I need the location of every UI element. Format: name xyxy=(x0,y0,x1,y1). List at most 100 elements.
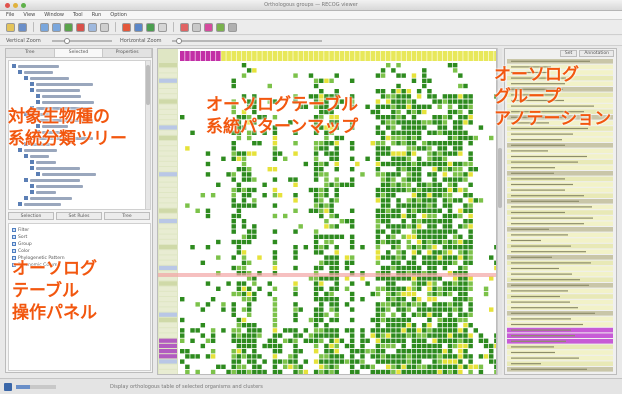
tab-properties[interactable]: Properties xyxy=(103,49,153,57)
group-header-cell xyxy=(391,51,396,61)
pattern-cell xyxy=(401,99,406,104)
pattern-cell xyxy=(473,328,478,333)
pattern-cell xyxy=(432,229,437,234)
grid-icon[interactable] xyxy=(88,22,97,32)
pattern-cell xyxy=(324,255,329,260)
pattern-cell xyxy=(190,245,195,250)
pattern-cell xyxy=(396,115,401,120)
pattern-cell xyxy=(380,182,386,187)
pattern-cell xyxy=(355,359,360,364)
menu-tool[interactable]: Tool xyxy=(73,12,83,18)
pattern-cell xyxy=(216,239,221,245)
filter-icon[interactable] xyxy=(146,22,155,32)
checkbox[interactable] xyxy=(12,235,16,239)
zoom-out-icon[interactable] xyxy=(192,22,201,32)
organism-label xyxy=(159,224,177,229)
forward-icon[interactable] xyxy=(52,22,61,32)
tab-set-rules[interactable]: Set Rules xyxy=(56,212,102,220)
tree-scroll-thumb[interactable] xyxy=(146,65,150,105)
menu-option[interactable]: Option xyxy=(110,12,127,18)
list-icon[interactable] xyxy=(100,22,109,32)
pattern-cell xyxy=(329,234,334,239)
settings-icon[interactable] xyxy=(228,22,237,32)
pattern-cell xyxy=(313,333,319,338)
back-icon[interactable] xyxy=(40,22,49,32)
pattern-cell xyxy=(375,213,381,219)
horizontal-zoom-knob[interactable] xyxy=(176,38,182,44)
tree-scrollbar[interactable] xyxy=(145,61,150,209)
pattern-cell xyxy=(401,219,406,224)
pattern-cell xyxy=(277,151,283,156)
sort-icon[interactable] xyxy=(158,22,167,32)
folder-icon xyxy=(24,76,28,80)
pattern-cell xyxy=(257,369,262,374)
menu-view[interactable]: View xyxy=(23,12,35,18)
pattern-cell xyxy=(442,141,448,146)
pattern-cell xyxy=(422,349,427,354)
menu-file[interactable]: File xyxy=(6,12,14,18)
checkbox[interactable] xyxy=(12,228,16,232)
matrix-scroll-thumb[interactable] xyxy=(498,148,502,208)
pattern-cell xyxy=(452,151,458,156)
pattern-cell xyxy=(432,239,437,245)
list-item[interactable]: Filter xyxy=(12,227,29,233)
pattern-cell xyxy=(458,297,463,302)
pattern-cell xyxy=(349,234,355,239)
checkbox[interactable] xyxy=(12,249,16,253)
tree-node[interactable] xyxy=(18,201,61,207)
annotation-button[interactable]: Annotation xyxy=(579,50,614,57)
pattern-cell xyxy=(288,177,293,182)
color-icon[interactable] xyxy=(204,22,213,32)
pattern-cell xyxy=(391,187,396,193)
pattern-cell xyxy=(324,364,329,369)
save-icon[interactable] xyxy=(18,22,27,32)
flag-icon[interactable] xyxy=(122,22,131,32)
vertical-zoom-track[interactable] xyxy=(52,40,112,42)
list-item[interactable]: Color xyxy=(12,248,30,254)
pattern-cell xyxy=(241,255,247,260)
tab-tree[interactable]: Tree xyxy=(6,49,55,57)
pattern-cell xyxy=(458,146,463,151)
table-icon[interactable] xyxy=(216,22,225,32)
pattern-cell xyxy=(319,286,324,291)
pattern-cell xyxy=(411,193,417,198)
pattern-cell xyxy=(416,104,422,109)
pattern-cell xyxy=(246,338,252,343)
pattern-cell xyxy=(468,208,473,213)
group-header-cell xyxy=(190,51,195,61)
menu-window[interactable]: Window xyxy=(44,12,64,18)
horizontal-zoom-track[interactable] xyxy=(172,40,322,42)
pattern-cell xyxy=(386,286,391,291)
pattern-cell xyxy=(252,364,257,369)
pattern-cell xyxy=(221,156,226,161)
pattern-cell xyxy=(246,193,252,198)
pattern-cell xyxy=(468,224,473,229)
vertical-zoom-knob[interactable] xyxy=(64,38,70,44)
set-button[interactable]: Set xyxy=(559,50,578,57)
pattern-cell xyxy=(458,83,463,89)
pattern-cell xyxy=(452,177,458,182)
pattern-cell xyxy=(416,239,422,245)
pattern-cell xyxy=(468,333,473,338)
tab-ctrl-tree[interactable]: Tree xyxy=(104,212,150,220)
pattern-cell xyxy=(463,250,468,255)
list-item[interactable]: Sort xyxy=(12,234,27,240)
pattern-cell xyxy=(334,255,339,260)
refresh-icon[interactable] xyxy=(64,22,73,32)
record-icon[interactable] xyxy=(76,22,85,32)
pattern-cell xyxy=(334,187,339,193)
tree-icon[interactable] xyxy=(134,22,143,32)
pattern-cell xyxy=(252,187,257,193)
list-item[interactable]: Group xyxy=(12,241,32,247)
pattern-cell xyxy=(401,224,406,229)
pattern-cell xyxy=(416,302,422,307)
pattern-cell xyxy=(241,234,247,239)
menu-run[interactable]: Run xyxy=(92,12,102,18)
organism-label xyxy=(159,343,177,348)
pattern-cell xyxy=(349,141,355,146)
checkbox[interactable] xyxy=(12,242,16,246)
open-icon[interactable] xyxy=(6,22,15,32)
tab-selected[interactable]: Selected xyxy=(54,49,104,57)
tab-selection[interactable]: Selection xyxy=(8,212,54,220)
zoom-in-icon[interactable] xyxy=(180,22,189,32)
